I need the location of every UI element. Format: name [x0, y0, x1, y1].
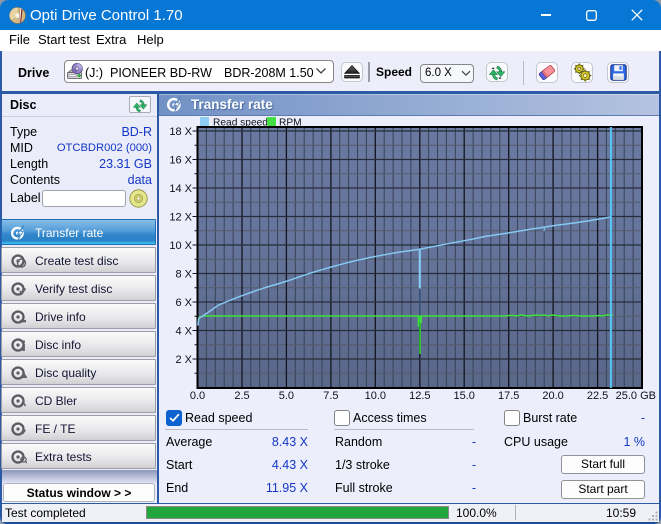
svg-text:17.5: 17.5: [498, 390, 519, 402]
svg-text:2.5: 2.5: [234, 390, 249, 402]
svg-text:10.0: 10.0: [365, 390, 386, 402]
svg-text:12 X: 12 X: [169, 212, 192, 224]
svg-text:20.0: 20.0: [542, 390, 563, 402]
svg-text:16 X: 16 X: [169, 155, 192, 167]
svg-text:14 X: 14 X: [169, 183, 192, 195]
svg-text:15.0: 15.0: [453, 390, 474, 402]
svg-text:25.0 GB: 25.0 GB: [616, 390, 656, 402]
svg-text:5.0: 5.0: [279, 390, 294, 402]
svg-text:10 X: 10 X: [169, 240, 192, 252]
svg-text:22.5: 22.5: [587, 390, 608, 402]
svg-text:Read speed: Read speed: [213, 118, 268, 129]
svg-text:8 X: 8 X: [175, 269, 192, 281]
svg-text:2 X: 2 X: [175, 354, 192, 366]
svg-text:12.5: 12.5: [409, 390, 430, 402]
svg-text:RPM: RPM: [279, 118, 302, 129]
svg-text:6 X: 6 X: [175, 297, 192, 309]
svg-text:0.0: 0.0: [190, 390, 205, 402]
svg-text:4 X: 4 X: [175, 326, 192, 338]
svg-text:18 X: 18 X: [169, 126, 192, 138]
svg-text:7.5: 7.5: [323, 390, 338, 402]
